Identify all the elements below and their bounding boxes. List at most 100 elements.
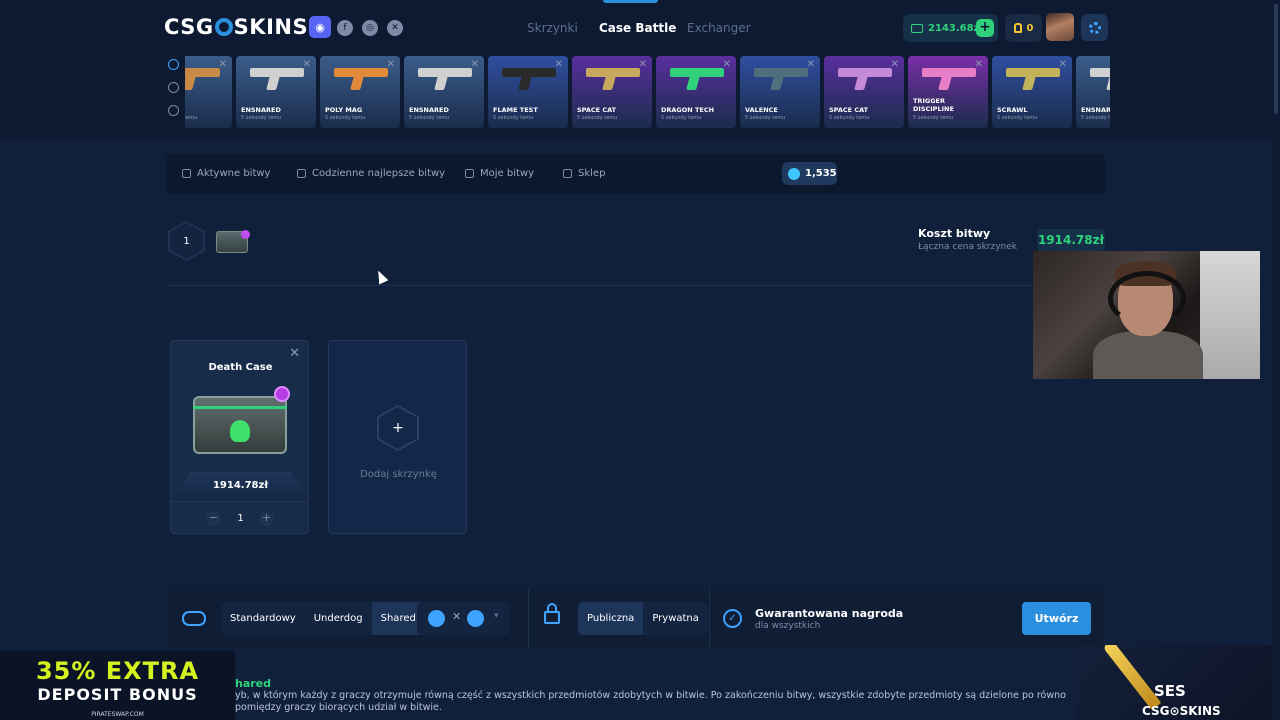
- mode-description-text: yb, w którym każdy z graczy otrzymuje ró…: [235, 690, 1066, 713]
- weapon-grip: [938, 76, 952, 90]
- weapon-grip: [602, 76, 616, 90]
- case-name: Death Case: [208, 362, 273, 373]
- history-icon: [465, 169, 474, 178]
- drop-time: 5 sekundy temu: [409, 115, 450, 121]
- promo-subline: DEPOSIT BONUS: [37, 685, 198, 704]
- chevron-down-icon: ▾: [494, 611, 499, 621]
- site-logo[interactable]: CSG SKINS: [164, 15, 308, 39]
- drop-card[interactable]: ✕ SCRAWL 5 sekundy temu: [992, 56, 1072, 128]
- section-divider: [166, 285, 1105, 286]
- drop-card[interactable]: ✕ENSNARED5 sekundy temu: [404, 56, 484, 128]
- weapon-image: [1090, 68, 1110, 90]
- tab-shop[interactable]: Sklep: [563, 168, 605, 179]
- thumbs-up-icon[interactable]: [167, 82, 179, 93]
- discord-icon[interactable]: ◉: [309, 16, 331, 38]
- weapon-grip: [1022, 76, 1036, 90]
- case-image: [193, 396, 287, 454]
- promo-headline: 35% EXTRA: [35, 657, 200, 685]
- tab-my-battles[interactable]: Moje bitwy: [465, 168, 534, 179]
- player-icon: [428, 610, 445, 627]
- facebook-icon[interactable]: f: [337, 20, 353, 36]
- tab-daily-best-battles[interactable]: Codzienne najlepsze bitwy: [297, 168, 445, 179]
- user-avatar[interactable]: [1046, 13, 1074, 41]
- plus-icon: +: [379, 407, 417, 449]
- corner-brand-overlay: SES CSG⊙SKINS: [1076, 645, 1280, 720]
- create-battle-button[interactable]: Utwórz: [1022, 602, 1091, 635]
- drop-time: 5 sekundy temu: [577, 115, 618, 121]
- drop-card[interactable]: ✕ DRAGON TECH 5 sekundy temu: [656, 56, 736, 128]
- mouse-cursor-icon: [373, 268, 389, 285]
- private-button[interactable]: Prywatna: [643, 602, 708, 635]
- instagram-icon[interactable]: ◎: [362, 20, 378, 36]
- settings-button[interactable]: [1081, 14, 1108, 41]
- weapon-image: [250, 68, 304, 90]
- wallet-icon: [911, 23, 923, 33]
- scrollbar-thumb[interactable]: [1274, 4, 1278, 114]
- weapon-image: [838, 68, 892, 90]
- coins-count: 0: [1026, 22, 1034, 34]
- drop-skin-name: ENSNARED: [1081, 106, 1110, 114]
- mode-standard-button[interactable]: Standardowy: [221, 602, 305, 635]
- corner-title: SES: [1154, 682, 1186, 700]
- drop-time: 5 sekundy temu: [913, 115, 954, 121]
- weapon-image: [754, 68, 808, 90]
- deposit-button[interactable]: +: [976, 19, 994, 37]
- weapon-grip: [434, 76, 448, 90]
- weapon-grip: [518, 76, 532, 90]
- quantity-increase-button[interactable]: +: [259, 511, 274, 526]
- live-drops-bar: ✕FR.5 sekundy temu✕ENSNARED5 sekundy tem…: [0, 56, 1280, 140]
- promo-url: PIRATESWAP.COM: [91, 711, 144, 718]
- star-icon[interactable]: [167, 105, 179, 116]
- card-divider: [171, 501, 308, 502]
- active-nav-indicator: [603, 0, 658, 3]
- drop-card[interactable]: ✕FR.5 sekundy temu: [185, 56, 232, 128]
- selected-case-card: ✕ Death Case 1914.78zł − 1 +: [170, 340, 310, 534]
- nav-skrzynki[interactable]: Skrzynki: [527, 21, 578, 35]
- add-case-hex: +: [377, 405, 419, 451]
- drop-card[interactable]: ✕ TRIGGER DISCIPLINE 5 sekundy temu: [908, 56, 988, 128]
- webcam-overlay: [1033, 251, 1260, 379]
- drop-card[interactable]: ✕ENSNARED5 sekundy temu: [1076, 56, 1110, 128]
- player-icon: [467, 610, 484, 627]
- players-selector[interactable]: ✕ ▾: [417, 602, 509, 635]
- versus-icon: ✕: [452, 610, 462, 623]
- remove-case-icon[interactable]: ✕: [289, 346, 300, 361]
- drop-skin-name: POLY MAG: [325, 106, 363, 114]
- tab-label: Sklep: [578, 168, 606, 179]
- drop-time: 5 sekundy temu: [997, 115, 1038, 121]
- add-case-card[interactable]: + Dodaj skrzynkę: [328, 340, 467, 534]
- drop-card[interactable]: ✕ POLY MAG 5 sekundy temu: [320, 56, 400, 128]
- battle-cost-title: Koszt bitwy: [918, 227, 991, 240]
- guarantee-check-icon[interactable]: ✓: [723, 609, 742, 628]
- drop-card[interactable]: ✕ VALENCE 5 sekundy temu: [740, 56, 820, 128]
- mode-underdog-button[interactable]: Underdog: [305, 602, 372, 635]
- coins-display[interactable]: 0: [1005, 14, 1042, 42]
- weapon-image: [670, 68, 724, 90]
- weapon-grip: [266, 76, 280, 90]
- nav-exchanger[interactable]: Exchanger: [687, 21, 751, 35]
- corner-logo: CSG⊙SKINS: [1142, 704, 1221, 718]
- round-indicator[interactable]: 1: [168, 221, 205, 261]
- drop-card[interactable]: ✕ SPACE CAT 5 sekundy temu: [572, 56, 652, 128]
- headset-icon: [1108, 271, 1186, 326]
- tab-active-battles[interactable]: Aktywne bitwy: [182, 168, 270, 179]
- weapon-image: [418, 68, 472, 90]
- nav-case-battle[interactable]: Case Battle: [599, 21, 676, 35]
- drop-card[interactable]: ✕ FLAME TEST 5 sekundy temu: [488, 56, 568, 128]
- drop-card[interactable]: ✕ENSNARED5 sekundy temu: [236, 56, 316, 128]
- gem-balance[interactable]: 1,535: [782, 162, 837, 185]
- drop-skin-name: FLAME TEST: [493, 106, 538, 114]
- drop-time: 5 sekundy temu: [325, 115, 366, 121]
- drop-skin-name: DRAGON TECH: [661, 106, 715, 114]
- drop-time: 5 sekundy temu: [829, 115, 870, 121]
- basket-icon: [563, 169, 572, 178]
- quantity-decrease-button[interactable]: −: [206, 511, 221, 526]
- trophy-icon: [297, 169, 306, 178]
- clock-icon[interactable]: [167, 59, 179, 70]
- drop-card[interactable]: ✕ SPACE CAT 5 sekundy temu: [824, 56, 904, 128]
- battle-cost-subtitle: Łączna cena skrzynek: [918, 242, 1017, 252]
- public-button[interactable]: Publiczna: [578, 602, 644, 635]
- x-twitter-icon[interactable]: ✕: [387, 20, 403, 36]
- divider: [709, 588, 710, 648]
- crown-badge-icon: [274, 386, 290, 402]
